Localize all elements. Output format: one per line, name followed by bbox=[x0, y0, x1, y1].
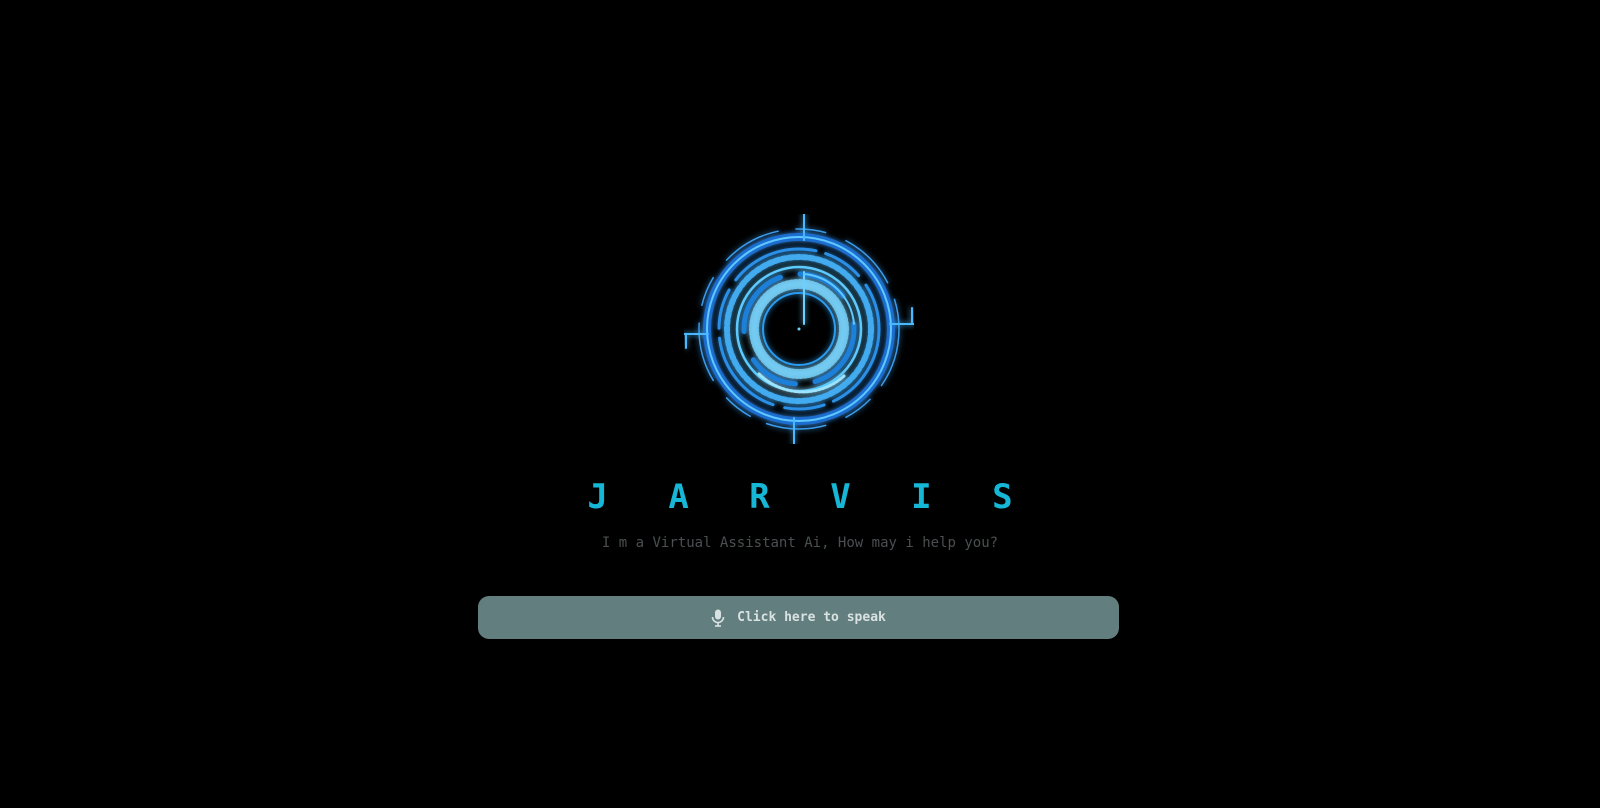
microphone-icon bbox=[711, 609, 725, 627]
page-title: J A R V I S bbox=[587, 477, 1033, 517]
speak-button[interactable]: Click here to speak bbox=[478, 596, 1119, 639]
page: J A R V I S I m a Virtual Assistant Ai, … bbox=[0, 0, 1600, 808]
speak-button-label: Click here to speak bbox=[737, 610, 886, 625]
jarvis-hud-ring-icon bbox=[684, 214, 914, 444]
assistant-greeting: I m a Virtual Assistant Ai, How may i he… bbox=[601, 535, 999, 551]
